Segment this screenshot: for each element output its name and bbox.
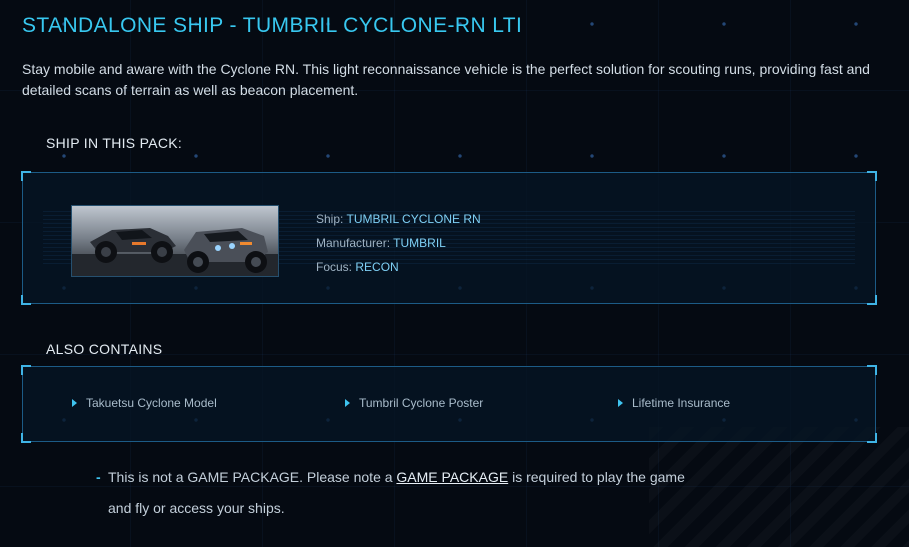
corner-bracket <box>21 433 31 443</box>
corner-bracket <box>867 295 877 305</box>
ship-panel: Ship: TUMBRIL CYCLONE RN Manufacturer: T… <box>21 171 877 305</box>
bullet-arrow-icon <box>72 399 77 407</box>
bullet-arrow-icon <box>618 399 623 407</box>
list-item-label: Tumbril Cyclone Poster <box>359 396 484 410</box>
notice-text-before: This is not a GAME PACKAGE. Please note … <box>108 469 397 485</box>
bullet-arrow-icon <box>345 399 350 407</box>
corner-bracket <box>21 365 31 375</box>
also-contains-heading: ALSO CONTAINS <box>46 341 163 357</box>
corner-bracket <box>867 171 877 181</box>
ship-name-label: Ship: <box>316 212 344 226</box>
list-item: Tumbril Cyclone Poster <box>345 396 483 410</box>
corner-bracket <box>21 171 31 181</box>
focus-row: Focus: RECON <box>316 255 481 279</box>
list-item-label: Lifetime Insurance <box>632 396 731 410</box>
notice-text: This is not a GAME PACKAGE. Please note … <box>108 462 696 524</box>
list-item-label: Takuetsu Cyclone Model <box>86 396 217 410</box>
focus-label: Focus: <box>316 260 353 274</box>
ship-details: Ship: TUMBRIL CYCLONE RN Manufacturer: T… <box>316 207 481 279</box>
corner-bracket <box>867 433 877 443</box>
manufacturer-value: TUMBRIL <box>393 236 446 250</box>
list-item: Takuetsu Cyclone Model <box>72 396 217 410</box>
list-item: Lifetime Insurance <box>618 396 730 410</box>
game-package-link[interactable]: GAME PACKAGE <box>396 469 508 485</box>
page-title: STANDALONE SHIP - TUMBRIL CYCLONE-RN LTI <box>22 14 523 37</box>
vehicle-image <box>72 206 278 276</box>
notice-dash: - <box>96 469 101 485</box>
manufacturer-label: Manufacturer: <box>316 236 391 250</box>
game-package-notice: - This is not a GAME PACKAGE. Please not… <box>96 462 696 524</box>
corner-bracket <box>867 365 877 375</box>
manufacturer-row: Manufacturer: TUMBRIL <box>316 231 481 255</box>
ship-name-row: Ship: TUMBRIL CYCLONE RN <box>316 207 481 231</box>
ship-thumbnail[interactable] <box>71 205 279 277</box>
page-description: Stay mobile and aware with the Cyclone R… <box>22 61 870 98</box>
focus-value: RECON <box>355 260 399 274</box>
ship-section-heading: SHIP IN THIS PACK: <box>46 135 183 151</box>
also-contains-panel: Takuetsu Cyclone Model Tumbril Cyclone P… <box>21 365 877 443</box>
corner-bracket <box>21 295 31 305</box>
ship-name-value: TUMBRIL CYCLONE RN <box>346 212 481 226</box>
